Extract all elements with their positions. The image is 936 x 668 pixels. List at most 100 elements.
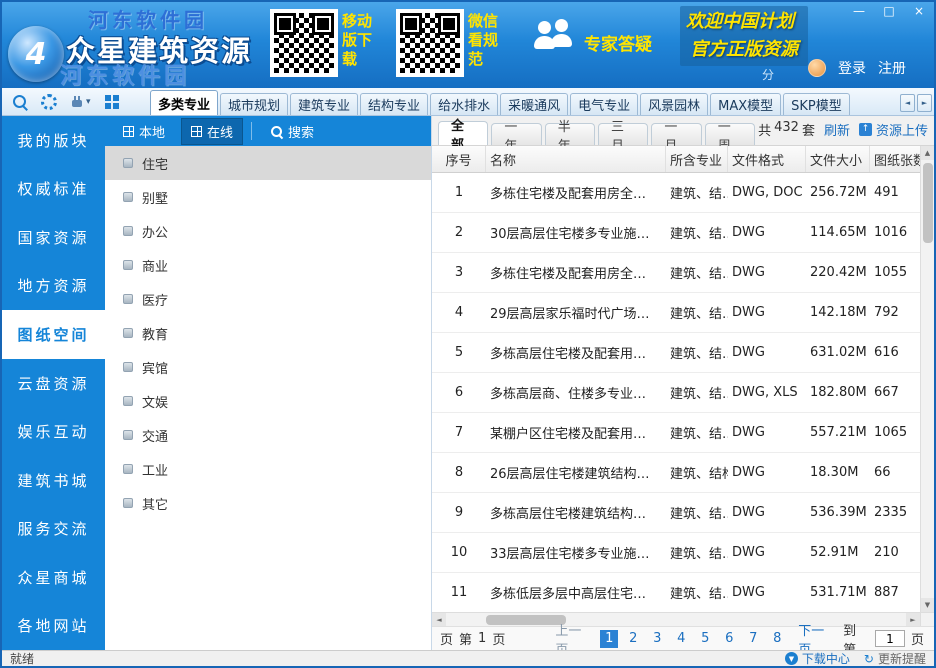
category-item-education[interactable]: 教育 — [105, 316, 431, 350]
page-number-6[interactable]: 6 — [720, 630, 738, 648]
table-row[interactable]: 10 33层高层住宅楼多专业施… 建筑、结… DWG 52.91M 210 — [432, 533, 920, 573]
table-row[interactable]: 4 29层高层家乐福时代广场… 建筑、结… DWG 142.18M 792 — [432, 293, 920, 333]
table-row[interactable]: 6 多栋高层商、住楼多专业… 建筑、结… DWG, XLS 182.80M 66… — [432, 373, 920, 413]
table-row[interactable]: 2 30层高层住宅楼多专业施… 建筑、结… DWG 114.65M 1016 — [432, 213, 920, 253]
filter-tab-one-week[interactable]: 一周 — [704, 120, 756, 154]
page-number-8[interactable]: 8 — [768, 630, 786, 648]
table-row[interactable]: 7 某棚户区住宅楼及配套用… 建筑、结… DWG 557.21M 1065 — [432, 413, 920, 453]
close-button[interactable]: × — [912, 4, 926, 18]
cell-count: 792 — [874, 305, 899, 320]
sidebar-item-local-sites[interactable]: 各地网站 — [2, 601, 105, 650]
table-row[interactable]: 9 多栋高层住宅楼建筑结构… 建筑、结… DWG 536.39M 2335 — [432, 493, 920, 533]
sidebar-item-book-city[interactable]: 建筑书城 — [2, 456, 105, 505]
goto-page-input[interactable] — [874, 630, 905, 647]
tab-skp-model[interactable]: SKP模型 — [783, 93, 850, 115]
table-row[interactable]: 1 多栋住宅楼及配套用房全… 建筑、结… DWG, DOC 256.72M 49… — [432, 173, 920, 213]
cell-seq: 1 — [454, 185, 464, 200]
category-label: 别墅 — [142, 191, 169, 207]
category-item-villa[interactable]: 别墅 — [105, 180, 431, 214]
search-icon[interactable] — [12, 94, 28, 110]
search-button[interactable]: 搜索 — [260, 118, 324, 145]
vertical-scrollbar[interactable]: ▲ ▼ — [920, 146, 934, 612]
sidebar-item-entertainment[interactable]: 娱乐互动 — [2, 407, 105, 456]
cell-seq: 9 — [454, 505, 464, 520]
tab-water-supply[interactable]: 给水排水 — [430, 93, 499, 115]
vertical-scroll-thumb[interactable] — [922, 163, 933, 243]
tab-architecture[interactable]: 建筑专业 — [290, 93, 359, 115]
cell-seq: 5 — [454, 345, 464, 360]
maximize-button[interactable]: □ — [882, 4, 896, 18]
table-row[interactable]: 3 多栋住宅楼及配套用房全… 建筑、结… DWG 220.42M 1055 — [432, 253, 920, 293]
download-center-button[interactable]: ▼ 下载中心 — [784, 650, 850, 667]
page-number-3[interactable]: 3 — [648, 630, 666, 648]
page-number-5[interactable]: 5 — [696, 630, 714, 648]
sidebar-item-cloud-resources[interactable]: 云盘资源 — [2, 359, 105, 408]
apps-grid-icon[interactable] — [104, 94, 120, 110]
cell-name: 26层高层住宅楼建筑结构… — [490, 467, 650, 482]
tab-multi-discipline[interactable]: 多类专业 — [150, 90, 219, 115]
category-item-transport[interactable]: 交通 — [105, 418, 431, 452]
scroll-up-button[interactable]: ▲ — [921, 146, 934, 160]
refresh-button[interactable]: 刷新 — [824, 120, 850, 139]
category-item-other[interactable]: 其它 — [105, 486, 431, 520]
sidebar-item-service-exchange[interactable]: 服务交流 — [2, 504, 105, 553]
filter-tab-three-months[interactable]: 三月 — [598, 120, 649, 154]
filter-tab-one-year[interactable]: 一年 — [491, 120, 542, 154]
cell-name: 多栋高层商、住楼多专业… — [490, 387, 647, 402]
local-button[interactable]: 本地 — [113, 118, 175, 145]
page-number-2[interactable]: 2 — [624, 630, 642, 648]
category-item-hotel[interactable]: 宾馆 — [105, 350, 431, 384]
page-number-4[interactable]: 4 — [672, 630, 690, 648]
sidebar-item-my-section[interactable]: 我的版块 — [2, 116, 105, 165]
cell-seq: 11 — [450, 585, 468, 600]
update-reminder-button[interactable]: ↻ 更新提醒 — [864, 650, 926, 667]
tab-structure[interactable]: 结构专业 — [360, 93, 429, 115]
qr-code-mobile — [270, 9, 338, 77]
filter-tab-one-month[interactable]: 一月 — [651, 120, 702, 154]
cell-format: DWG — [732, 345, 765, 360]
account-area: 登录 注册 — [808, 58, 906, 78]
scroll-left-button[interactable]: ◄ — [432, 613, 446, 626]
category-item-industrial[interactable]: 工业 — [105, 452, 431, 486]
cell-name: 29层高层家乐福时代广场… — [490, 307, 650, 322]
table-row[interactable]: 5 多栋高层住宅楼及配套用… 建筑、结… DWG 631.02M 616 — [432, 333, 920, 373]
settings-gear-icon[interactable] — [41, 93, 57, 110]
scroll-down-button[interactable]: ▼ — [921, 598, 934, 612]
category-item-residential[interactable]: 住宅 — [105, 146, 431, 180]
login-link[interactable]: 登录 — [838, 58, 866, 78]
category-item-commercial[interactable]: 商业 — [105, 248, 431, 282]
sidebar-item-standards[interactable]: 权威标准 — [2, 165, 105, 214]
minimize-button[interactable]: — — [852, 4, 866, 18]
total-count: 共 432 套 — [758, 120, 815, 139]
tab-landscape[interactable]: 风景园林 — [640, 93, 709, 115]
page-number-1[interactable]: 1 — [600, 629, 619, 648]
tab-hvac[interactable]: 采暖通风 — [500, 93, 569, 115]
tab-urban-planning[interactable]: 城市规划 — [220, 93, 289, 115]
local-label: 本地 — [139, 125, 166, 141]
table-row[interactable]: 11 多栋低层多层中高层住宅… 建筑、结… DWG 531.71M 887 — [432, 573, 920, 612]
page-number-7[interactable]: 7 — [744, 630, 762, 648]
filter-tab-half-year[interactable]: 半年 — [544, 120, 596, 154]
tab-scroll-right-button[interactable]: ► — [917, 94, 932, 112]
cell-majors: 建筑、结… — [670, 587, 728, 602]
pagination-bar: 页 第 1 页 上一页 1 2 3 4 5 6 7 8 下一页 到第 页 — [432, 624, 934, 658]
tab-electrical[interactable]: 电气专业 — [570, 93, 639, 115]
category-item-medical[interactable]: 医疗 — [105, 282, 431, 316]
bullet-icon — [123, 498, 133, 508]
horizontal-scroll-thumb[interactable] — [486, 614, 566, 625]
sidebar-item-drawing-space[interactable]: 图纸空间 — [2, 310, 105, 359]
tab-scroll-left-button[interactable]: ◄ — [900, 94, 915, 112]
sidebar-item-national-resources[interactable]: 国家资源 — [2, 213, 105, 262]
plugin-menu[interactable]: ▾ — [70, 94, 91, 110]
sidebar-item-local-resources[interactable]: 地方资源 — [2, 262, 105, 311]
category-item-office[interactable]: 办公 — [105, 214, 431, 248]
upload-resource-button[interactable]: ↑ 资源上传 — [858, 120, 928, 139]
filter-tab-all[interactable]: 全部 — [438, 119, 489, 153]
table-row[interactable]: 8 26层高层住宅楼建筑结构… 建筑、结构 DWG 18.30M 66 — [432, 453, 920, 493]
online-button[interactable]: 在线 — [181, 117, 244, 145]
register-link[interactable]: 注册 — [878, 58, 906, 78]
sidebar-item-mall[interactable]: 众星商城 — [2, 553, 105, 602]
tab-max-model[interactable]: MAX模型 — [710, 93, 782, 115]
category-item-culture[interactable]: 文娱 — [105, 384, 431, 418]
expert-qa-link[interactable]: 专家答疑 — [584, 30, 652, 55]
